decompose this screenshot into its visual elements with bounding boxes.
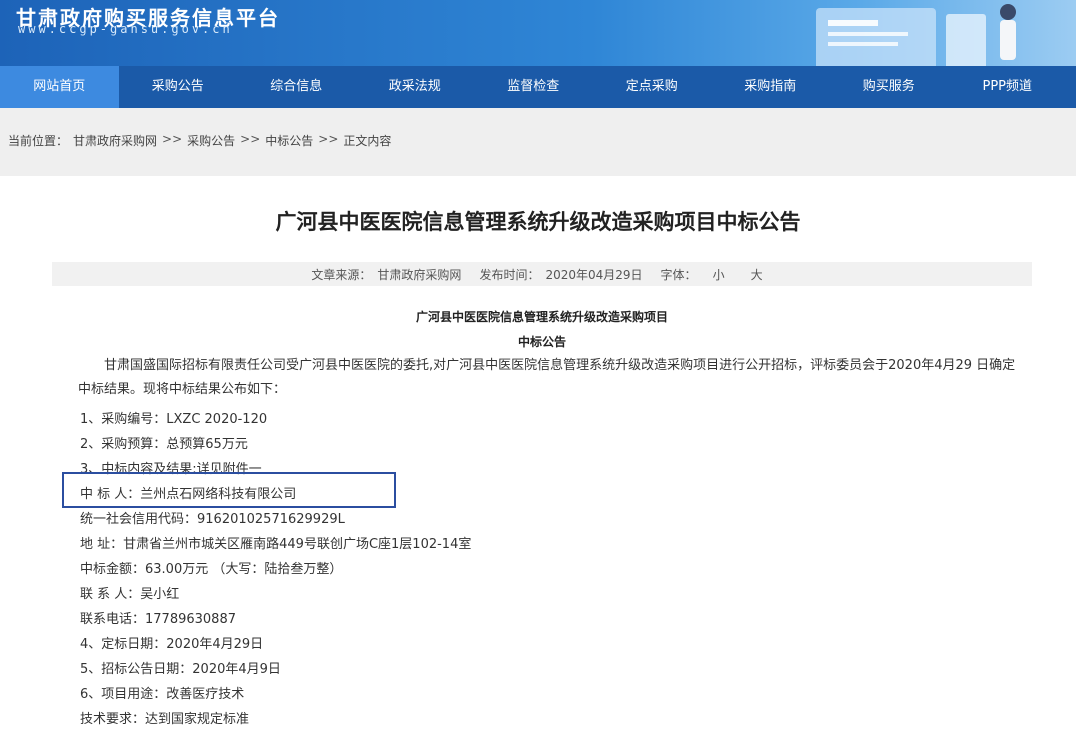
- date-label: 发布时间：: [479, 267, 540, 282]
- date-value: 2020年04月29日: [545, 267, 643, 282]
- breadcrumb-item-current: 正文内容: [343, 134, 392, 148]
- winning-bidder-highlight: [62, 472, 396, 508]
- breadcrumb: 当前位置： 甘肃政府采购网 >> 采购公告 >> 中标公告 >> 正文内容: [8, 132, 391, 149]
- breadcrumb-item-site[interactable]: 甘肃政府采购网: [73, 132, 157, 149]
- font-small-button[interactable]: 小: [713, 266, 725, 283]
- article-intro: 甘肃国盛国际招标有限责任公司受广河县中医医院的委托,对广河县中医医院信息管理系统…: [78, 358, 1016, 397]
- site-url: www.ccgp-gansu.gov.cn: [18, 22, 233, 36]
- breadcrumb-separator: >>: [240, 132, 261, 146]
- nav-item-designated-procurement[interactable]: 定点采购: [593, 66, 712, 108]
- article-subheading: 中标公告: [517, 335, 566, 349]
- font-size-label: 字体：: [660, 267, 697, 282]
- nav-item-regulations[interactable]: 政采法规: [356, 66, 475, 108]
- technical-requirements: 技术要求：达到国家规定标准: [80, 712, 250, 727]
- header-illustration-icon: [816, 4, 1016, 66]
- project-purpose: 6、项目用途：改善医疗技术: [80, 687, 245, 702]
- nav-item-guide[interactable]: 采购指南: [711, 66, 830, 108]
- breadcrumb-bar: 当前位置： 甘肃政府采购网 >> 采购公告 >> 中标公告 >> 正文内容: [0, 108, 1076, 174]
- award-amount: 中标金额：63.00万元 （大写：陆拾叁万整）: [80, 562, 343, 577]
- source-value: 甘肃政府采购网: [377, 267, 462, 282]
- breadcrumb-item-notices[interactable]: 采购公告: [187, 132, 235, 149]
- nav-item-procurement-notices[interactable]: 采购公告: [119, 66, 238, 108]
- source-label: 文章来源：: [311, 267, 372, 282]
- nav-item-home[interactable]: 网站首页: [0, 66, 119, 108]
- award-date: 4、定标日期：2020年4月29日: [80, 637, 264, 652]
- contact-phone: 联系电话：17789630887: [80, 612, 236, 627]
- main-nav: 网站首页 采购公告 综合信息 政采法规 监督检查 定点采购 采购指南 购买服务 …: [0, 66, 1076, 108]
- article-heading: 广河县中医医院信息管理系统升级改造采购项目: [415, 310, 668, 324]
- bidder-address: 地 址：甘肃省兰州市城关区雁南路449号联创广场C座1层102-14室: [80, 537, 472, 552]
- nav-item-ppp[interactable]: PPP频道: [948, 66, 1067, 108]
- nav-item-general-info[interactable]: 综合信息: [237, 66, 356, 108]
- procurement-number: 1、采购编号：LXZC 2020-120: [80, 412, 268, 427]
- credit-code: 统一社会信用代码：91620102571629929L: [80, 512, 345, 527]
- breadcrumb-prefix: 当前位置：: [8, 134, 69, 148]
- article-meta: 文章来源： 甘肃政府采购网 发布时间： 2020年04月29日 字体： 小 大: [52, 262, 1032, 286]
- site-header: 甘肃政府购买服务信息平台 www.ccgp-gansu.gov.cn: [0, 0, 1076, 66]
- breadcrumb-separator: >>: [318, 132, 339, 146]
- contact-person: 联 系 人：吴小红: [80, 587, 180, 602]
- nav-item-supervision[interactable]: 监督检查: [474, 66, 593, 108]
- tender-notice-date: 5、招标公告日期：2020年4月9日: [80, 662, 281, 677]
- procurement-budget: 2、采购预算：总预算65万元: [80, 437, 248, 452]
- page-title: 广河县中医医院信息管理系统升级改造采购项目中标公告: [275, 210, 801, 234]
- article-container: 广河县中医医院信息管理系统升级改造采购项目中标公告 文章来源： 甘肃政府采购网 …: [0, 176, 1076, 729]
- breadcrumb-item-award[interactable]: 中标公告: [265, 132, 313, 149]
- nav-item-purchase-services[interactable]: 购买服务: [830, 66, 949, 108]
- breadcrumb-separator: >>: [162, 132, 183, 146]
- font-large-button[interactable]: 大: [751, 266, 763, 283]
